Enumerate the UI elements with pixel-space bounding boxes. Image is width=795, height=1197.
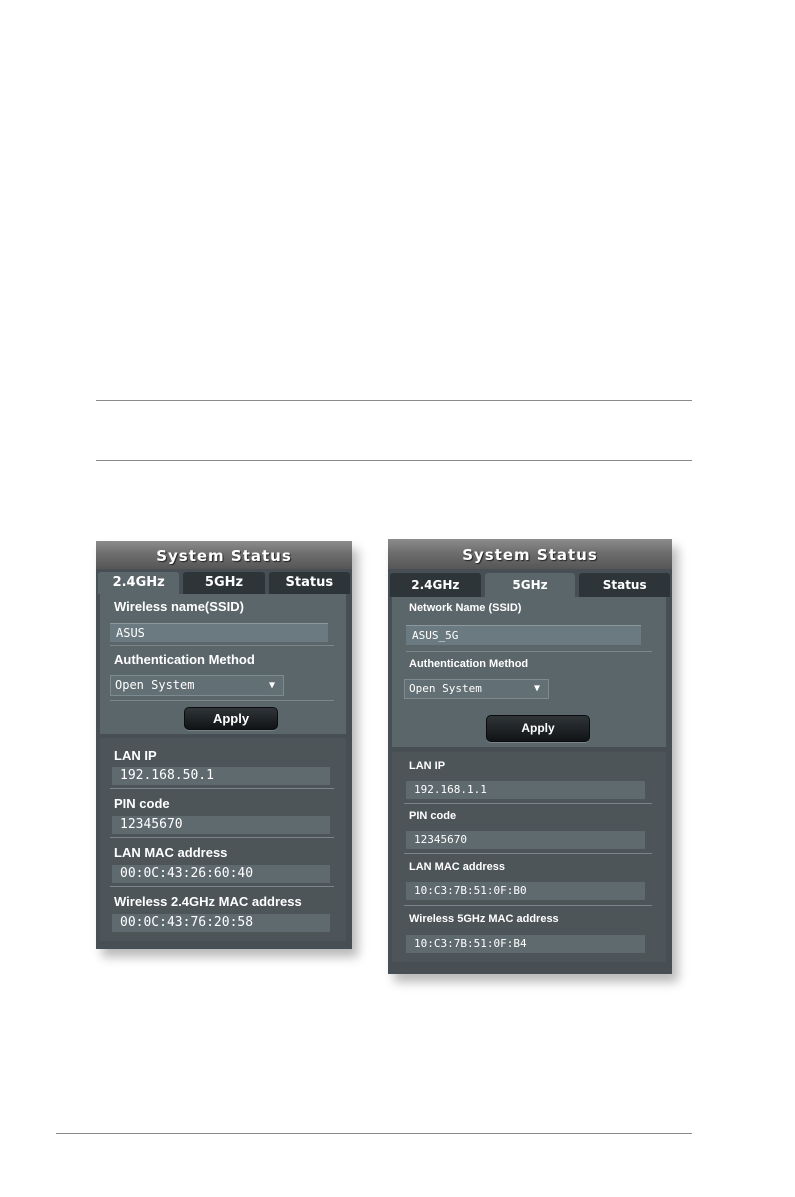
separator	[110, 700, 334, 701]
auth-method-label: Authentication Method	[409, 658, 529, 670]
auth-method-select[interactable]: Open System ▼	[110, 675, 284, 696]
status-info-section: LAN IP 192.168.1.1 PIN code 12345670 LAN…	[392, 752, 666, 962]
auth-method-value: Open System	[409, 682, 482, 695]
tab-status[interactable]: Status	[268, 572, 350, 594]
wireless-mac-value: 00:0C:43:76:20:58	[112, 914, 330, 932]
wireless-mac-label: Wireless 5GHz MAC address	[409, 913, 559, 925]
tab-bar: 2.4GHz 5GHz Status	[388, 573, 672, 597]
pin-code-value: 12345670	[406, 831, 645, 849]
pin-code-label: PIN code	[114, 796, 170, 811]
ssid-input[interactable]: ASUS	[110, 623, 328, 642]
separator	[404, 803, 652, 804]
separator	[110, 788, 334, 789]
separator	[110, 645, 334, 646]
divider-footer	[56, 1133, 692, 1134]
lan-mac-value: 00:0C:43:26:60:40	[112, 865, 330, 883]
tab-bar: 2.4GHz 5GHz Status	[96, 572, 352, 594]
ssid-label: Wireless name(SSID)	[114, 599, 244, 614]
triangle-down-icon: ▼	[533, 683, 540, 694]
tab-5ghz[interactable]: 5GHz	[484, 573, 576, 597]
auth-method-value: Open System	[115, 678, 195, 692]
lan-mac-value: 10:C3:7B:51:0F:B0	[406, 882, 645, 900]
tab-5ghz[interactable]: 5GHz	[183, 572, 265, 594]
pin-code-value: 12345670	[112, 816, 330, 834]
system-status-panel-5ghz: System Status 2.4GHz 5GHz Status Network…	[388, 539, 672, 974]
auth-method-select[interactable]: Open System ▼	[404, 679, 549, 699]
apply-button[interactable]: Apply	[486, 715, 590, 742]
lan-ip-label: LAN IP	[409, 760, 446, 772]
separator	[406, 651, 652, 652]
pin-code-label: PIN code	[409, 810, 457, 822]
divider-top	[96, 400, 692, 401]
wireless-mac-value: 10:C3:7B:51:0F:B4	[406, 935, 645, 953]
divider-middle	[96, 460, 692, 461]
ssid-input[interactable]: ASUS_5G	[406, 625, 641, 645]
lan-mac-label: LAN MAC address	[409, 861, 505, 873]
tab-2-4ghz[interactable]: 2.4GHz	[98, 572, 180, 594]
status-info-section: LAN IP 192.168.50.1 PIN code 12345670 LA…	[100, 738, 346, 941]
ssid-label: Network Name (SSID)	[409, 602, 522, 614]
lan-ip-value: 192.168.1.1	[406, 781, 645, 799]
separator	[110, 837, 334, 838]
lan-ip-label: LAN IP	[114, 748, 157, 763]
tab-status[interactable]: Status	[579, 573, 671, 597]
auth-method-label: Authentication Method	[114, 652, 255, 667]
lan-ip-value: 192.168.50.1	[112, 767, 330, 785]
separator	[404, 905, 652, 906]
separator	[404, 853, 652, 854]
tab-2-4ghz[interactable]: 2.4GHz	[390, 573, 481, 597]
system-status-panel-2-4ghz: System Status 2.4GHz 5GHz Status Wireles…	[96, 541, 352, 949]
apply-button[interactable]: Apply	[184, 707, 278, 730]
triangle-down-icon: ▼	[268, 680, 275, 691]
lan-mac-label: LAN MAC address	[114, 845, 228, 860]
panel-title: System Status	[388, 539, 672, 569]
panel-title: System Status	[96, 541, 352, 569]
separator	[110, 886, 334, 887]
wireless-settings-section: Wireless name(SSID) ASUS Authentication …	[100, 594, 346, 734]
wireless-mac-label: Wireless 2.4GHz MAC address	[114, 894, 302, 909]
wireless-settings-section: Network Name (SSID) ASUS_5G Authenticati…	[392, 597, 666, 747]
